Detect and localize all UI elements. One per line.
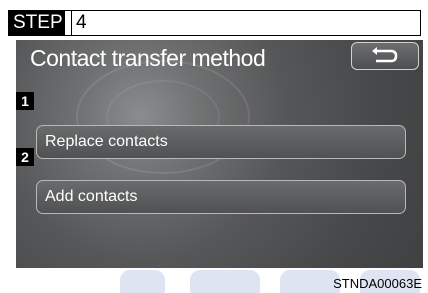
- figure-code: STNDA00063E: [333, 276, 422, 291]
- add-contacts-button[interactable]: Add contacts: [36, 180, 406, 214]
- option-number-badge: 2: [16, 148, 34, 166]
- step-number: 4: [71, 11, 87, 35]
- back-button[interactable]: [351, 42, 419, 70]
- step-header: STEP 4: [8, 10, 421, 36]
- screen-title: Contact transfer method: [30, 45, 266, 71]
- option-number-badge: 1: [16, 92, 34, 110]
- replace-contacts-button[interactable]: Replace contacts: [36, 125, 406, 159]
- navigation-screen: Contact transfer method Replace contacts…: [16, 40, 423, 268]
- return-arrow-icon: [372, 47, 398, 63]
- step-label: STEP: [9, 11, 65, 35]
